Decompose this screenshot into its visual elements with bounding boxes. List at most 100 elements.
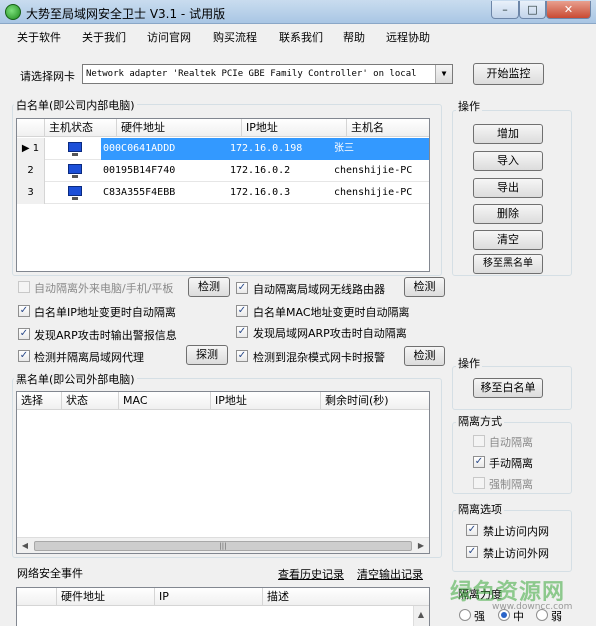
whitelist-header: 主机状态 硬件地址 IP地址 主机名	[17, 119, 429, 137]
header-rowhead	[17, 588, 57, 606]
probe-proxy-button[interactable]: 探测	[186, 345, 228, 365]
import-button[interactable]: 导入	[473, 151, 543, 171]
blacklist-title: 黑名单(即公司外部电脑)	[14, 371, 137, 387]
option-proxy-label: 检测并隔离局域网代理	[34, 351, 144, 364]
detect-wireless-button[interactable]: 检测	[404, 277, 445, 297]
block-lan-label: 禁止访问内网	[483, 525, 549, 538]
option-arp-isolate-label: 发现局域网ARP攻击时自动隔离	[253, 327, 407, 340]
whitelist-table[interactable]: 主机状态 硬件地址 IP地址 主机名 ▶ 1 000C0641ADDD 172.…	[16, 118, 430, 272]
row-number: 2	[17, 160, 45, 182]
cell-mac: 00195B14F740	[103, 165, 176, 176]
menu-purchase[interactable]: 购买流程	[213, 29, 257, 45]
manual-isolate-label: 手动隔离	[489, 457, 533, 470]
move-to-blacklist-button[interactable]: 移至黑名单	[473, 254, 543, 274]
scroll-thumb[interactable]: |||	[34, 541, 412, 551]
scroll-right-icon[interactable]: ▶	[414, 539, 428, 553]
header-remaining-time[interactable]: 剩余时间(秒)	[321, 392, 429, 410]
close-button[interactable]: ✕	[546, 1, 591, 19]
option-promiscuous-checkbox[interactable]: ✓	[236, 350, 248, 362]
strength-strong-radio[interactable]	[459, 609, 471, 621]
maximize-button[interactable]: □	[519, 1, 546, 19]
option-isolate-wireless-label: 自动隔离局域网无线路由器	[253, 283, 385, 296]
cell-ip: 172.16.0.2	[230, 165, 291, 176]
minimize-button[interactable]: –	[491, 1, 519, 19]
force-isolate-checkbox[interactable]	[473, 477, 485, 489]
header-mac[interactable]: 硬件地址	[117, 119, 242, 137]
events-title: 网络安全事件	[17, 567, 83, 580]
option-arp-alert-checkbox[interactable]: ✓	[18, 328, 30, 340]
isolation-options-title: 隔离选项	[456, 501, 504, 517]
header-status[interactable]: 状态	[62, 392, 119, 410]
menu-contact[interactable]: 联系我们	[279, 29, 323, 45]
clear-output-link[interactable]: 清空输出记录	[357, 566, 423, 582]
cell-ip: 172.16.0.3	[230, 187, 291, 198]
menu-website[interactable]: 访问官网	[147, 29, 191, 45]
option-mac-change-label: 白名单MAC地址变更时自动隔离	[253, 306, 410, 319]
whitelist-title: 白名单(即公司内部电脑)	[14, 97, 137, 113]
nic-label: 请选择网卡	[20, 70, 75, 83]
move-to-whitelist-button[interactable]: 移至白名单	[473, 378, 543, 398]
option-isolate-wireless-checkbox[interactable]: ✓	[236, 282, 248, 294]
header-select[interactable]: 选择	[17, 392, 62, 410]
cell-hostname: chenshijie-PC	[334, 187, 413, 198]
scroll-left-icon[interactable]: ◀	[18, 539, 32, 553]
header-mac[interactable]: 硬件地址	[57, 588, 155, 606]
header-ip[interactable]: IP地址	[242, 119, 347, 137]
auto-isolate-checkbox[interactable]	[473, 435, 485, 447]
header-mac[interactable]: MAC	[119, 392, 211, 410]
chevron-down-icon[interactable]: ▼	[435, 65, 452, 83]
events-vscrollbar[interactable]: ▲	[413, 606, 429, 626]
view-history-link[interactable]: 查看历史记录	[278, 566, 344, 582]
clear-button[interactable]: 清空	[473, 230, 543, 250]
menu-about-software[interactable]: 关于软件	[17, 29, 61, 45]
cell-ip: 172.16.0.198	[230, 143, 303, 154]
cell-hostname: chenshijie-PC	[334, 165, 413, 176]
block-internet-label: 禁止访问外网	[483, 547, 549, 560]
menu-about-us[interactable]: 关于我们	[82, 29, 126, 45]
option-arp-alert-label: 发现ARP攻击时输出警报信息	[34, 329, 177, 342]
option-ip-change-checkbox[interactable]: ✓	[18, 305, 30, 317]
blacklist-table[interactable]: 选择 状态 MAC IP地址 剩余时间(秒) ◀ ||| ▶	[16, 391, 430, 554]
events-table[interactable]: 硬件地址 IP 描述 ▲	[16, 587, 430, 626]
operations2-title: 操作	[456, 355, 482, 371]
menu-help[interactable]: 帮助	[343, 29, 365, 45]
option-ip-change-label: 白名单IP地址变更时自动隔离	[34, 306, 176, 319]
header-hostname[interactable]: 主机名	[347, 119, 429, 137]
add-button[interactable]: 增加	[473, 124, 543, 144]
nic-select[interactable]: Network adapter 'Realtek PCIe GBE Family…	[82, 64, 453, 84]
block-internet-checkbox[interactable]: ✓	[466, 546, 478, 558]
header-rowhead	[17, 119, 45, 137]
blacklist-hscrollbar[interactable]: ◀ ||| ▶	[17, 537, 429, 553]
table-row[interactable]: ▶ 1 000C0641ADDD 172.16.0.198 张三	[17, 138, 429, 160]
watermark-url: www.downcc.com	[492, 602, 573, 612]
events-header: 硬件地址 IP 描述	[17, 588, 429, 606]
option-proxy-checkbox[interactable]: ✓	[18, 350, 30, 362]
cell-mac: 000C0641ADDD	[103, 143, 176, 154]
computer-icon	[68, 164, 82, 178]
block-lan-checkbox[interactable]: ✓	[466, 524, 478, 536]
option-promiscuous-label: 检测到混杂模式网卡时报警	[253, 351, 385, 364]
blacklist-header: 选择 状态 MAC IP地址 剩余时间(秒)	[17, 392, 429, 410]
detect-foreign-button[interactable]: 检测	[188, 277, 230, 297]
window-title: 大势至局域网安全卫士 V3.1 - 试用版	[26, 7, 226, 21]
detect-promiscuous-button[interactable]: 检测	[404, 346, 445, 366]
menu-bar: 关于软件 关于我们 访问官网 购买流程 联系我们 帮助 远程协助	[0, 25, 596, 47]
computer-icon	[68, 142, 82, 156]
option-isolate-foreign-checkbox[interactable]	[18, 281, 30, 293]
start-monitor-button[interactable]: 开始监控	[473, 63, 544, 85]
option-mac-change-checkbox[interactable]: ✓	[236, 305, 248, 317]
manual-isolate-checkbox[interactable]: ✓	[473, 456, 485, 468]
table-row[interactable]: 3 C83A355F4EBB 172.16.0.3 chenshijie-PC	[17, 182, 429, 204]
row-number: ▶ 1	[17, 138, 45, 160]
header-ip[interactable]: IP地址	[211, 392, 321, 410]
header-ip[interactable]: IP	[155, 588, 263, 606]
delete-button[interactable]: 删除	[473, 204, 543, 224]
table-row[interactable]: 2 00195B14F740 172.16.0.2 chenshijie-PC	[17, 160, 429, 182]
menu-remote-assist[interactable]: 远程协助	[386, 29, 430, 45]
header-host-status[interactable]: 主机状态	[45, 119, 117, 137]
option-arp-isolate-checkbox[interactable]: ✓	[236, 326, 248, 338]
export-button[interactable]: 导出	[473, 178, 543, 198]
option-isolate-foreign-label: 自动隔离外来电脑/手机/平板	[34, 282, 174, 295]
scroll-up-icon[interactable]: ▲	[414, 608, 428, 622]
header-description[interactable]: 描述	[263, 588, 429, 606]
